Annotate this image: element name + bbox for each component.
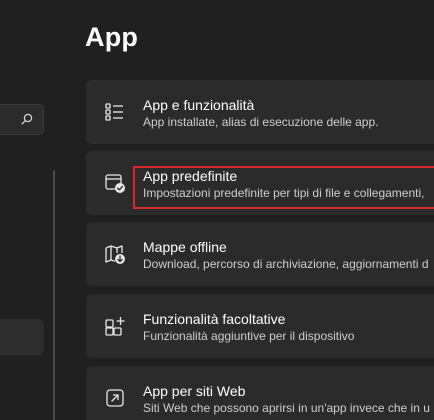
page-title: App (85, 22, 139, 52)
card-app-features[interactable]: App e funzionalità App installate, alias… (86, 80, 434, 144)
sidebar-scrollbar[interactable] (53, 170, 55, 420)
apps-for-websites-icon (106, 389, 124, 407)
apps-list-icon (105, 103, 123, 121)
card-title: Mappe offline (143, 239, 227, 255)
settings-window: App App e funzionalità App installate, a… (0, 0, 434, 420)
card-title: App e funzionalità (143, 97, 255, 113)
card-text: App e funzionalità App installate, alias… (143, 97, 434, 130)
offline-maps-icon (105, 245, 125, 264)
card-text: Mappe offline Download, percorso di arch… (143, 239, 434, 272)
optional-features-icon (105, 317, 125, 336)
card-title: App per siti Web (143, 383, 246, 399)
card-description: Download, percorso di archiviazione, agg… (143, 257, 429, 271)
card-text: App per siti Web Siti Web che possono ap… (143, 383, 434, 416)
default-apps-icon (105, 174, 125, 193)
card-description: Siti Web che possono aprirsi in un'app i… (143, 401, 430, 415)
sidebar (0, 0, 58, 420)
search-icon[interactable] (21, 113, 33, 125)
card-title: Funzionalità facoltative (143, 311, 286, 327)
card-text: Funzionalità facoltative Funzionalità ag… (143, 311, 434, 344)
sidebar-item-selected[interactable] (0, 319, 44, 355)
card-offline-maps[interactable]: Mappe offline Download, percorso di arch… (86, 222, 434, 286)
highlight-annotation (133, 166, 434, 209)
search-input[interactable] (0, 104, 44, 135)
card-description: Funzionalità aggiuntive per il dispositi… (143, 329, 355, 343)
card-apps-for-websites[interactable]: App per siti Web Siti Web che possono ap… (86, 366, 434, 420)
card-description: App installate, alias di esecuzione dell… (143, 115, 379, 129)
card-optional-features[interactable]: Funzionalità facoltative Funzionalità ag… (86, 294, 434, 358)
